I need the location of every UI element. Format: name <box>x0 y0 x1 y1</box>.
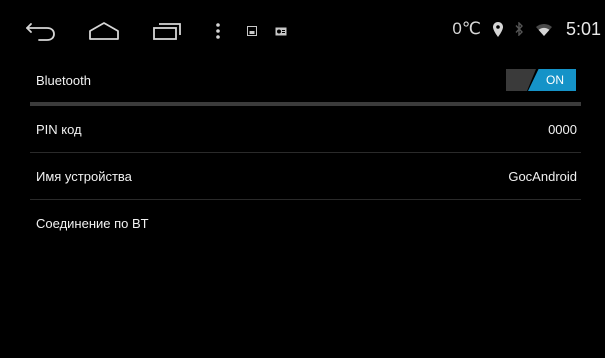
radio-icon <box>273 18 289 44</box>
bluetooth-icon <box>515 22 524 36</box>
bluetooth-toggle[interactable]: ON <box>506 69 576 91</box>
menu-dots-icon[interactable] <box>212 18 224 44</box>
device-name-row[interactable]: Имя устройства GocAndroid <box>30 153 581 200</box>
recents-icon[interactable] <box>150 18 184 44</box>
settings-screen: 0℃ 5:01 Bluetooth ON PIN код 0000 Имя ус… <box>0 0 605 358</box>
wifi-icon <box>535 23 552 36</box>
status-bar: 0℃ 5:01 <box>0 0 605 58</box>
pin-code-value: 0000 <box>548 121 577 137</box>
location-icon <box>492 21 503 37</box>
bluetooth-row[interactable]: Bluetooth ON <box>30 58 581 106</box>
device-name-value: GocAndroid <box>508 168 577 184</box>
toggle-on-segment: ON <box>528 69 576 91</box>
bluetooth-settings-list: Bluetooth ON PIN код 0000 Имя устройства… <box>30 58 581 246</box>
home-icon[interactable] <box>86 18 122 44</box>
clock: 5:01 <box>565 18 601 39</box>
temperature-readout: 0℃ <box>452 19 481 38</box>
pin-code-label: PIN код <box>36 121 82 137</box>
status-icons: 0℃ 5:01 <box>452 0 601 58</box>
bt-connection-label: Соединение по BT <box>36 215 149 231</box>
device-name-label: Имя устройства <box>36 168 132 184</box>
bt-connection-row[interactable]: Соединение по BT <box>30 200 581 246</box>
bluetooth-label: Bluetooth <box>36 72 91 88</box>
back-icon[interactable] <box>24 18 58 44</box>
pin-code-row[interactable]: PIN код 0000 <box>30 106 581 153</box>
notification-image-icon <box>245 18 259 44</box>
